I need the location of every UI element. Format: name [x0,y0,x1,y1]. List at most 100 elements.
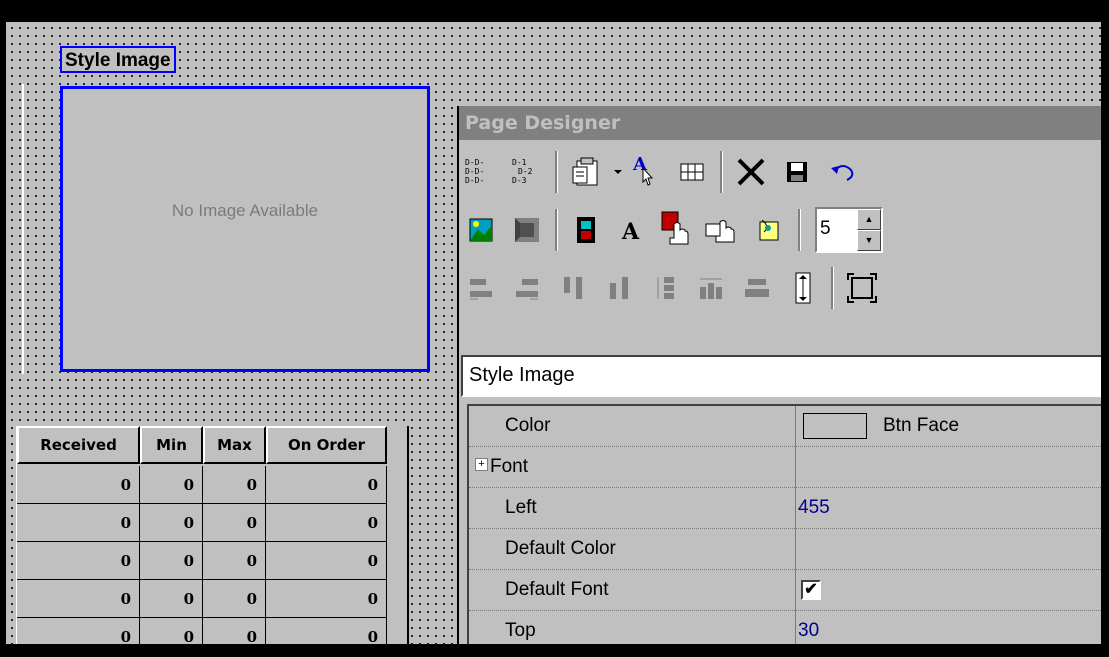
property-value[interactable]: 455 [798,488,830,528]
hand-select-icon[interactable] [658,210,698,250]
property-name: Default Color [505,538,616,559]
cell-received[interactable]: 0 [17,542,140,580]
align-top-icon[interactable] [553,268,593,308]
cell-received[interactable]: 0 [17,466,140,504]
color-swatch[interactable] [803,413,867,439]
property-row-color[interactable]: Color Btn Face [469,406,1101,447]
svg-text:D-D-: D-D- [465,176,484,185]
table-row[interactable]: 0 0 0 0 [17,466,387,504]
cell-max[interactable]: 0 [203,580,266,618]
cell-min[interactable]: 0 [140,542,203,580]
size-icon[interactable] [842,268,882,308]
svg-text:D-2: D-2 [518,167,533,176]
delete-icon[interactable] [731,152,771,192]
property-value[interactable]: 30 [798,611,819,644]
film-icon[interactable] [566,210,606,250]
header-max[interactable]: Max [203,426,266,464]
cell-on-order[interactable]: 0 [266,580,387,618]
header-received[interactable]: Received [17,426,140,464]
cell-received[interactable]: 0 [17,504,140,542]
align-left-icon[interactable] [461,268,501,308]
cell-on-order[interactable]: 0 [266,542,387,580]
cell-on-order[interactable]: 0 [266,466,387,504]
style-image-box[interactable]: No Image Available [60,86,430,372]
property-name: Default Font [505,579,609,600]
cell-max[interactable]: 0 [203,618,266,644]
property-value[interactable]: Btn Face [883,406,959,446]
align-bottom-icon[interactable] [599,268,639,308]
cell-max[interactable]: 0 [203,466,266,504]
spin-down-icon[interactable]: ▼ [857,230,881,251]
note-icon[interactable] [750,210,790,250]
cell-max[interactable]: 0 [203,542,266,580]
spin-up-icon[interactable]: ▲ [857,209,881,230]
page-designer-panel: Page Designer D-D- D-D- D-D- D-1 D-2 D-3 A [457,106,1101,644]
cell-min[interactable]: 0 [140,618,203,644]
dropdown-arrow-icon[interactable] [612,152,624,192]
cell-min[interactable]: 0 [140,504,203,542]
table-row[interactable]: 0 0 0 0 [17,542,387,580]
cell-max[interactable]: 0 [203,504,266,542]
svg-text:D-1: D-1 [512,158,527,167]
cell-min[interactable]: 0 [140,466,203,504]
hand-pointer-icon[interactable] [704,210,744,250]
cell-received[interactable]: 0 [17,618,140,644]
toolbar-row-1: D-D- D-D- D-D- D-1 D-2 D-3 A [461,144,869,200]
expand-icon[interactable]: + [475,458,488,472]
page-designer-title[interactable]: Page Designer [459,106,1101,140]
property-row-font[interactable]: + Font [469,447,1101,488]
align-right-icon[interactable] [507,268,547,308]
toolbar-separator [555,151,558,193]
style-image-label[interactable]: Style Image [60,46,176,73]
cell-on-order[interactable]: 0 [266,618,387,644]
svg-text:A: A [621,219,640,245]
cell-received[interactable]: 0 [17,580,140,618]
svg-text:D-3: D-3 [512,176,527,185]
numbered-list-icon[interactable]: D-1 D-2 D-3 [507,152,547,192]
toolbar-separator [720,151,723,193]
header-on-order[interactable]: On Order [266,426,387,464]
frame-icon[interactable] [507,210,547,250]
text-pointer-icon[interactable]: A [626,152,666,192]
cell-on-order[interactable]: 0 [266,504,387,542]
grid-icon[interactable] [672,152,712,192]
property-row-left[interactable]: Left 455 [469,488,1101,529]
property-name: Top [505,620,536,641]
property-row-top[interactable]: Top 30 [469,611,1101,644]
svg-text:D-D-: D-D- [465,158,484,167]
toolbar-separator [555,209,558,251]
toolbar-row-3 [461,260,888,316]
spinner-value[interactable]: 5 [817,209,857,251]
property-row-default-font[interactable]: Default Font ✔ [469,570,1101,611]
toolbar-row-2: A 5 ▲ ▼ [461,202,883,258]
properties-icon[interactable] [566,152,606,192]
undo-icon[interactable] [823,152,863,192]
toolbar-separator [798,209,801,251]
image-icon[interactable] [461,210,501,250]
size-spinner[interactable]: 5 ▲ ▼ [815,207,883,253]
cell-min[interactable]: 0 [140,580,203,618]
property-grid[interactable]: Color Btn Face + Font Left 455 Default Co… [467,404,1101,644]
font-icon[interactable]: A [612,210,652,250]
center-horizontal-icon[interactable] [737,268,777,308]
table-row[interactable]: 0 0 0 0 [17,504,387,542]
space-horizontal-icon[interactable] [691,268,731,308]
save-icon[interactable] [777,152,817,192]
center-vertical-icon[interactable] [783,268,823,308]
svg-text:D-D-: D-D- [465,167,484,176]
table-row[interactable]: 0 0 0 0 [17,618,387,644]
header-min[interactable]: Min [140,426,203,464]
object-name-field[interactable]: Style Image [461,355,1101,397]
inventory-grid[interactable]: Received Min Max On Order 0 0 0 0 0 0 0 … [16,426,409,644]
canvas-divider [22,84,24,374]
font-label: Font [490,456,529,477]
space-vertical-icon[interactable] [645,268,685,308]
design-canvas: Style Image No Image Available Received … [6,22,1101,644]
property-row-default-color[interactable]: Default Color [469,529,1101,570]
table-row[interactable]: 0 0 0 0 [17,580,387,618]
no-image-text: No Image Available [171,201,319,220]
grid-header: Received Min Max On Order [17,426,387,464]
property-name: Color [505,415,551,436]
list-icon[interactable]: D-D- D-D- D-D- [461,152,501,192]
default-font-checkbox[interactable]: ✔ [801,580,821,600]
